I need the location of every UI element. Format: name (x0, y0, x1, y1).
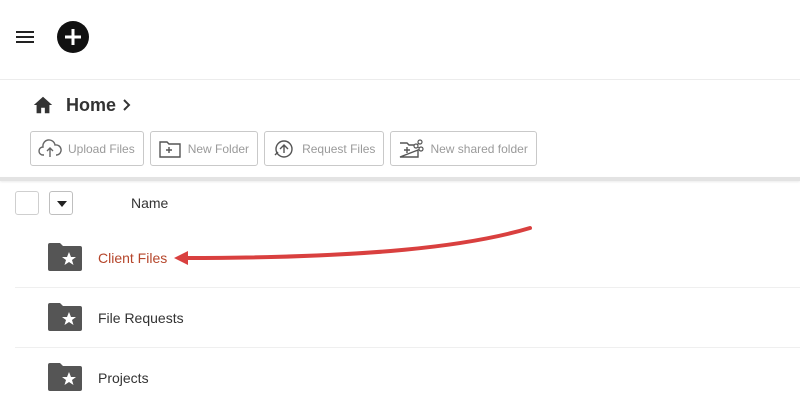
name-column-header[interactable]: Name (131, 195, 168, 211)
upload-files-label: Upload Files (68, 141, 135, 156)
selection-dropdown[interactable] (49, 191, 73, 215)
request-files-icon (274, 139, 293, 158)
chevron-right-icon (123, 99, 131, 111)
list-item[interactable]: Projects (15, 348, 800, 407)
list-item[interactable]: File Requests (15, 288, 800, 348)
home-icon[interactable] (32, 94, 54, 116)
folder-name[interactable]: Projects (98, 370, 149, 386)
breadcrumb: Home (32, 92, 132, 118)
toolbar: Upload Files New Folder Request Files Ne… (30, 131, 543, 166)
new-folder-label: New Folder (187, 141, 250, 156)
shared-folder-icon (400, 138, 425, 158)
hamburger-menu-icon[interactable] (14, 26, 40, 48)
folder-name[interactable]: File Requests (98, 310, 184, 326)
upload-files-button[interactable]: Upload Files (30, 131, 144, 166)
annotation-arrow (174, 226, 532, 265)
cloud-upload-icon (38, 138, 62, 157)
new-shared-folder-label: New shared folder (430, 141, 528, 156)
caret-down-icon (57, 201, 67, 207)
divider (0, 177, 800, 181)
starred-folder-icon (48, 363, 82, 391)
breadcrumb-home[interactable]: Home (66, 95, 116, 116)
request-files-label: Request Files (302, 141, 376, 156)
plus-circle-icon (65, 29, 81, 45)
folder-name[interactable]: Client Files (98, 250, 167, 266)
folder-plus-icon (159, 140, 181, 158)
starred-folder-icon (48, 303, 82, 331)
starred-folder-icon (48, 243, 82, 271)
request-files-button[interactable]: Request Files (264, 131, 385, 166)
list-header: Name (15, 191, 800, 217)
new-shared-folder-button[interactable]: New shared folder (390, 131, 537, 166)
top-bar (0, 0, 800, 80)
new-folder-button[interactable]: New Folder (149, 131, 259, 166)
select-all-checkbox[interactable] (15, 191, 39, 215)
add-button[interactable] (57, 21, 89, 53)
